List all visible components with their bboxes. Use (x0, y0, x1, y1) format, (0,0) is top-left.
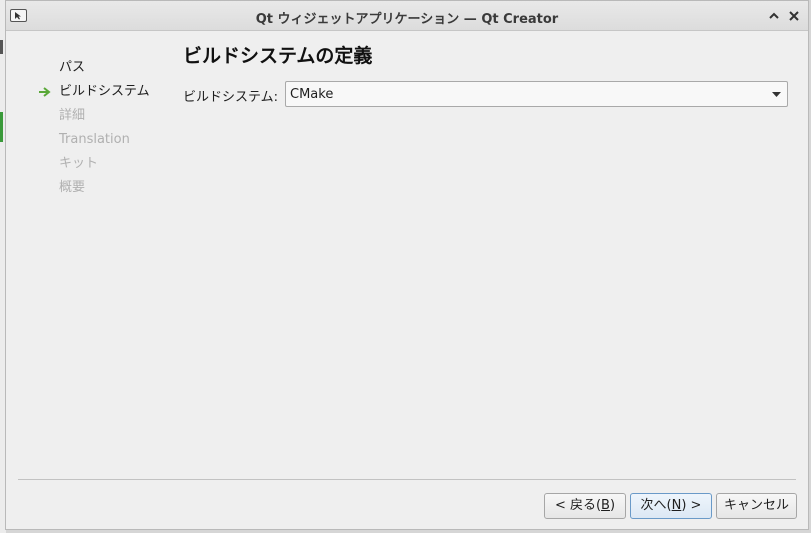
wizard-dialog: Qt ウィジェットアプリケーション — Qt Creator パス ビルドシステ… (5, 0, 809, 530)
step-label: ビルドシステム (59, 84, 150, 99)
title-bar[interactable]: Qt ウィジェットアプリケーション — Qt Creator (6, 1, 808, 31)
back-button[interactable]: < 戻る(B) (544, 493, 626, 519)
button-divider (18, 479, 796, 480)
background-edge-accent (0, 112, 3, 142)
step-label: 概要 (59, 180, 86, 195)
chevron-up-icon[interactable] (768, 10, 780, 22)
next-label-end: ) > (681, 498, 702, 513)
step-label: 詳細 (59, 108, 86, 123)
build-system-label: ビルドシステム: (183, 90, 278, 105)
back-label-end: ) (609, 498, 616, 513)
next-button[interactable]: 次へ(N) > (630, 493, 712, 519)
arrow-right-icon (39, 87, 51, 97)
back-label: < 戻る( (554, 498, 602, 513)
step-label: Translation (59, 132, 130, 147)
step-build-system: ビルドシステム (36, 82, 176, 106)
next-mnemonic: N (671, 498, 682, 513)
background-edge-mark (0, 40, 3, 54)
step-path: パス (36, 58, 176, 82)
step-label: パス (59, 60, 86, 75)
build-system-value: CMake (290, 87, 334, 102)
step-details: 詳細 (36, 106, 176, 130)
step-kits: キット (36, 154, 176, 178)
chevron-down-icon (772, 92, 781, 97)
build-system-select[interactable]: CMake (285, 81, 788, 107)
cancel-button[interactable]: キャンセル (716, 493, 797, 519)
close-icon[interactable] (788, 10, 800, 22)
window-title: Qt ウィジェットアプリケーション — Qt Creator (255, 12, 559, 27)
step-translation: Translation (36, 130, 176, 154)
step-label: キット (59, 156, 99, 171)
wizard-step-list: パス ビルドシステム 詳細 Translation キット 概要 (36, 58, 176, 202)
next-label: 次へ( (640, 498, 672, 513)
step-summary: 概要 (36, 178, 176, 202)
page-title: ビルドシステムの定義 (183, 45, 373, 67)
back-mnemonic: B (601, 498, 610, 513)
